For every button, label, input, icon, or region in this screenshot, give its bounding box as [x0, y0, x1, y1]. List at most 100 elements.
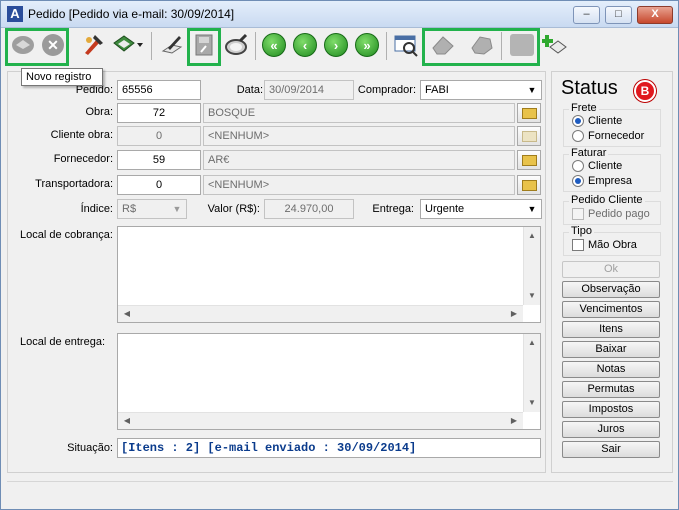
faturar-title: Faturar: [569, 147, 609, 159]
local-cobranca-label: Local de cobrança:: [20, 229, 113, 241]
cancel-button[interactable]: ✕: [38, 30, 68, 60]
frete-cliente-label: Cliente: [588, 115, 623, 127]
obra-name-field: BOSQUE: [203, 103, 515, 123]
entrega-label: Entrega:: [372, 203, 414, 215]
indice-label: Índice:: [80, 203, 113, 215]
local-cobranca-textarea[interactable]: ▲ ▼ ◀ ▶: [117, 226, 541, 323]
preview-button[interactable]: [391, 30, 421, 60]
eraser-icon: [432, 36, 454, 55]
itens-button[interactable]: Itens: [562, 321, 660, 338]
tooltip: Novo registro: [21, 68, 103, 86]
fornecedor-label: Fornecedor:: [53, 153, 113, 165]
horizontal-scrollbar[interactable]: ◀ ▶: [118, 305, 523, 322]
novo-registro-button[interactable]: [8, 30, 38, 60]
toolbar-separator: [386, 32, 387, 60]
radio-selected-icon: [572, 115, 584, 127]
status-badge: B: [634, 80, 656, 102]
transportadora-label: Transportadora:: [35, 178, 113, 190]
local-entrega-label: Local de entrega:: [20, 336, 106, 348]
save-icon: [195, 34, 213, 56]
novo-registro-icon: [12, 36, 34, 54]
scroll-left-icon[interactable]: ◀: [119, 306, 135, 322]
entrega-select[interactable]: Urgente ▼: [420, 199, 542, 219]
local-entrega-textarea[interactable]: ▲ ▼ ◀ ▶: [117, 333, 541, 430]
frete-fornecedor-label: Fornecedor: [588, 130, 645, 142]
previous-record-button[interactable]: ‹: [290, 30, 320, 60]
juros-button[interactable]: Juros: [562, 421, 660, 438]
vencimentos-button[interactable]: Vencimentos: [562, 301, 660, 318]
frete-fornecedor-radio[interactable]: Fornecedor: [572, 130, 644, 142]
scroll-left-icon[interactable]: ◀: [119, 413, 135, 429]
preview-icon: [394, 35, 418, 57]
comprador-select[interactable]: FABI ▼: [420, 80, 542, 100]
tools-icon: [85, 35, 103, 55]
scroll-right-icon[interactable]: ▶: [506, 413, 522, 429]
toolbar-separator: [501, 32, 502, 60]
fornecedor-lookup-button[interactable]: [517, 150, 541, 170]
pedido-pago-label: Pedido pago: [588, 208, 650, 220]
transportadora-code-field[interactable]: 0: [117, 175, 201, 195]
ok-button[interactable]: Ok: [562, 261, 660, 278]
last-icon: »: [355, 33, 379, 57]
obra-label: Obra:: [85, 106, 113, 118]
paint-button[interactable]: [109, 30, 147, 60]
transportadora-lookup-button[interactable]: [517, 175, 541, 195]
tools-button[interactable]: [78, 30, 108, 60]
situacao-label: Situação:: [67, 442, 113, 454]
pedido-cliente-title: Pedido Cliente: [569, 194, 645, 206]
baixar-button[interactable]: Baixar: [562, 341, 660, 358]
pedido-cliente-group: Pedido Cliente Pedido pago: [563, 194, 661, 225]
first-icon: «: [262, 33, 286, 57]
folder-icon: [521, 130, 537, 142]
frete-group: Frete Cliente Fornecedor: [563, 102, 661, 147]
delete-button[interactable]: [467, 30, 497, 60]
notas-button[interactable]: Notas: [562, 361, 660, 378]
add-icon: [542, 35, 567, 54]
maximize-button[interactable]: □: [605, 6, 632, 24]
pedido-field[interactable]: 65556: [117, 80, 201, 100]
scroll-up-icon[interactable]: ▲: [524, 335, 540, 351]
folder-icon: [521, 107, 537, 119]
cliente-obra-lookup-button[interactable]: [517, 126, 541, 146]
close-button[interactable]: X: [637, 6, 673, 24]
search-button[interactable]: [222, 30, 252, 60]
save-button[interactable]: [189, 30, 219, 60]
delete-icon: [471, 36, 493, 55]
permutas-button[interactable]: Permutas: [562, 381, 660, 398]
obra-lookup-button[interactable]: [517, 103, 541, 123]
mao-obra-checkbox[interactable]: Mão Obra: [572, 239, 637, 251]
faturar-cliente-radio[interactable]: Cliente: [572, 160, 622, 172]
folder-icon: [521, 179, 537, 191]
radio-icon: [572, 130, 584, 142]
obra-code-field[interactable]: 72: [117, 103, 201, 123]
scroll-up-icon[interactable]: ▲: [524, 228, 540, 244]
horizontal-scrollbar[interactable]: ◀ ▶: [118, 412, 523, 429]
add-button[interactable]: [540, 30, 570, 60]
comprador-value: FABI: [425, 84, 449, 96]
fornecedor-name-field: AR€: [203, 150, 515, 170]
last-record-button[interactable]: »: [352, 30, 382, 60]
scroll-right-icon[interactable]: ▶: [506, 306, 522, 322]
eraser-button[interactable]: [428, 30, 458, 60]
order-form-panel: Pedido: 65556 Data: 30/09/2014 Comprador…: [7, 71, 546, 473]
vertical-scrollbar[interactable]: ▲ ▼: [523, 334, 540, 412]
impostos-button[interactable]: Impostos: [562, 401, 660, 418]
fornecedor-code-field[interactable]: 59: [117, 150, 201, 170]
observacao-button[interactable]: Observação: [562, 281, 660, 298]
first-record-button[interactable]: «: [259, 30, 289, 60]
scroll-down-icon[interactable]: ▼: [524, 288, 540, 304]
indice-value: R$: [122, 203, 137, 215]
edit-button[interactable]: [157, 30, 187, 60]
minimize-button[interactable]: –: [573, 6, 600, 24]
toolbar: ✕ « ‹ › »: [1, 28, 678, 68]
frete-cliente-radio[interactable]: Cliente: [572, 115, 622, 127]
next-record-button[interactable]: ›: [321, 30, 351, 60]
radio-icon: [572, 160, 584, 172]
sair-button[interactable]: Sair: [562, 441, 660, 458]
checkbox-icon: [572, 239, 584, 251]
faturar-empresa-radio[interactable]: Empresa: [572, 175, 632, 187]
stop-button[interactable]: [507, 30, 537, 60]
scroll-down-icon[interactable]: ▼: [524, 395, 540, 411]
vertical-scrollbar[interactable]: ▲ ▼: [523, 227, 540, 305]
title-bar[interactable]: A Pedido [Pedido via e-mail: 30/09/2014]…: [1, 1, 678, 28]
